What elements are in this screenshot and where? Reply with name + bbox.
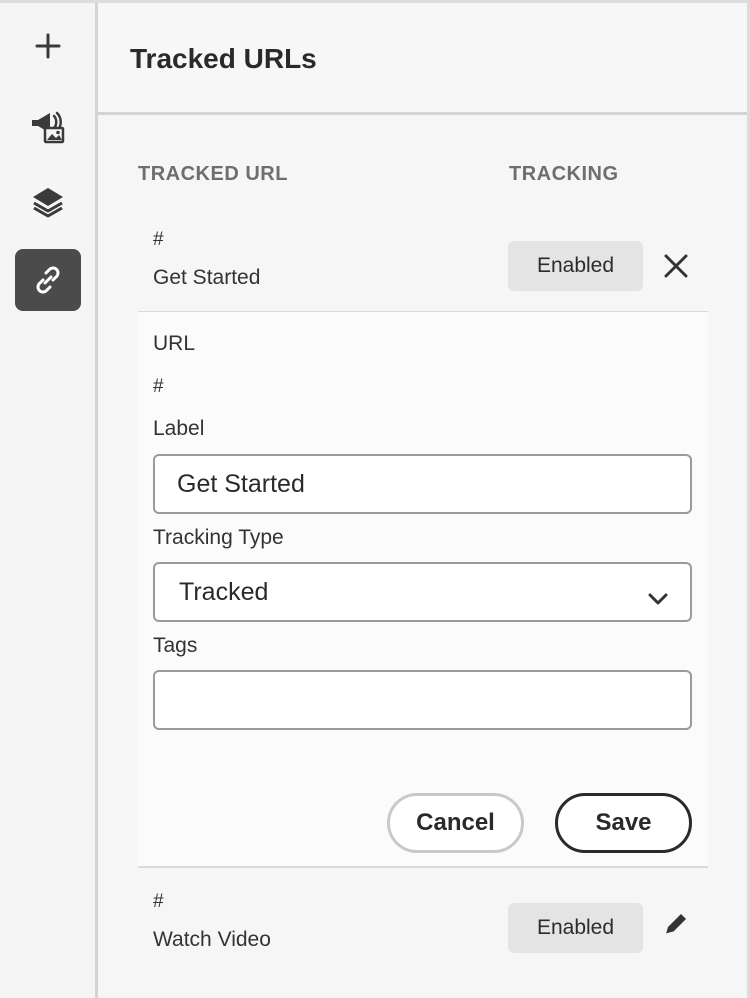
- row-divider: [138, 866, 708, 868]
- row-label: Get Started: [153, 266, 261, 289]
- rail-add-button[interactable]: [15, 15, 81, 77]
- app-window: Tracked URLs TRACKED URL TRACKING # Get …: [0, 0, 750, 998]
- tracking-status-badge: Enabled: [508, 903, 643, 953]
- page-title: Tracked URLs: [130, 43, 317, 74]
- row-url: #: [153, 891, 164, 912]
- row-label: Watch Video: [153, 928, 271, 951]
- tracking-type-value: Tracked: [179, 577, 269, 606]
- url-label: URL: [153, 332, 196, 355]
- label-field-label: Label: [153, 417, 205, 440]
- url-value: #: [153, 376, 164, 397]
- rail-campaign-button[interactable]: [15, 95, 81, 157]
- tags-label: Tags: [153, 634, 198, 657]
- add-icon: [35, 33, 61, 59]
- close-row-button[interactable]: [658, 250, 694, 286]
- pencil-icon: [661, 909, 691, 944]
- column-header-tracked-url: TRACKED URL: [138, 163, 288, 185]
- row-url: #: [153, 229, 164, 250]
- link-icon: [31, 263, 65, 297]
- campaign-icon: [28, 106, 68, 146]
- chevron-down-icon: [648, 584, 668, 613]
- close-icon: [663, 253, 689, 284]
- save-button[interactable]: Save: [555, 793, 692, 853]
- label-input[interactable]: Get Started: [153, 454, 692, 514]
- tracked-urls-panel: Tracked URLs TRACKED URL TRACKING # Get …: [98, 3, 747, 998]
- tags-input[interactable]: [153, 670, 692, 730]
- rail-link-button[interactable]: [15, 249, 81, 311]
- tracking-type-label: Tracking Type: [153, 526, 284, 549]
- tracking-type-select[interactable]: Tracked: [153, 562, 692, 622]
- panel-header: Tracked URLs: [98, 3, 747, 115]
- edit-row-button[interactable]: [658, 908, 694, 944]
- left-rail: [0, 3, 98, 998]
- column-header-tracking: TRACKING: [509, 163, 619, 185]
- tracking-status-badge: Enabled: [508, 241, 643, 291]
- rail-layers-button[interactable]: [15, 171, 81, 233]
- cancel-button[interactable]: Cancel: [387, 793, 524, 853]
- label-input-value: Get Started: [177, 469, 305, 498]
- layers-icon: [31, 185, 65, 219]
- url-edit-form: URL # Label Get Started Tracking Type Tr…: [138, 312, 708, 867]
